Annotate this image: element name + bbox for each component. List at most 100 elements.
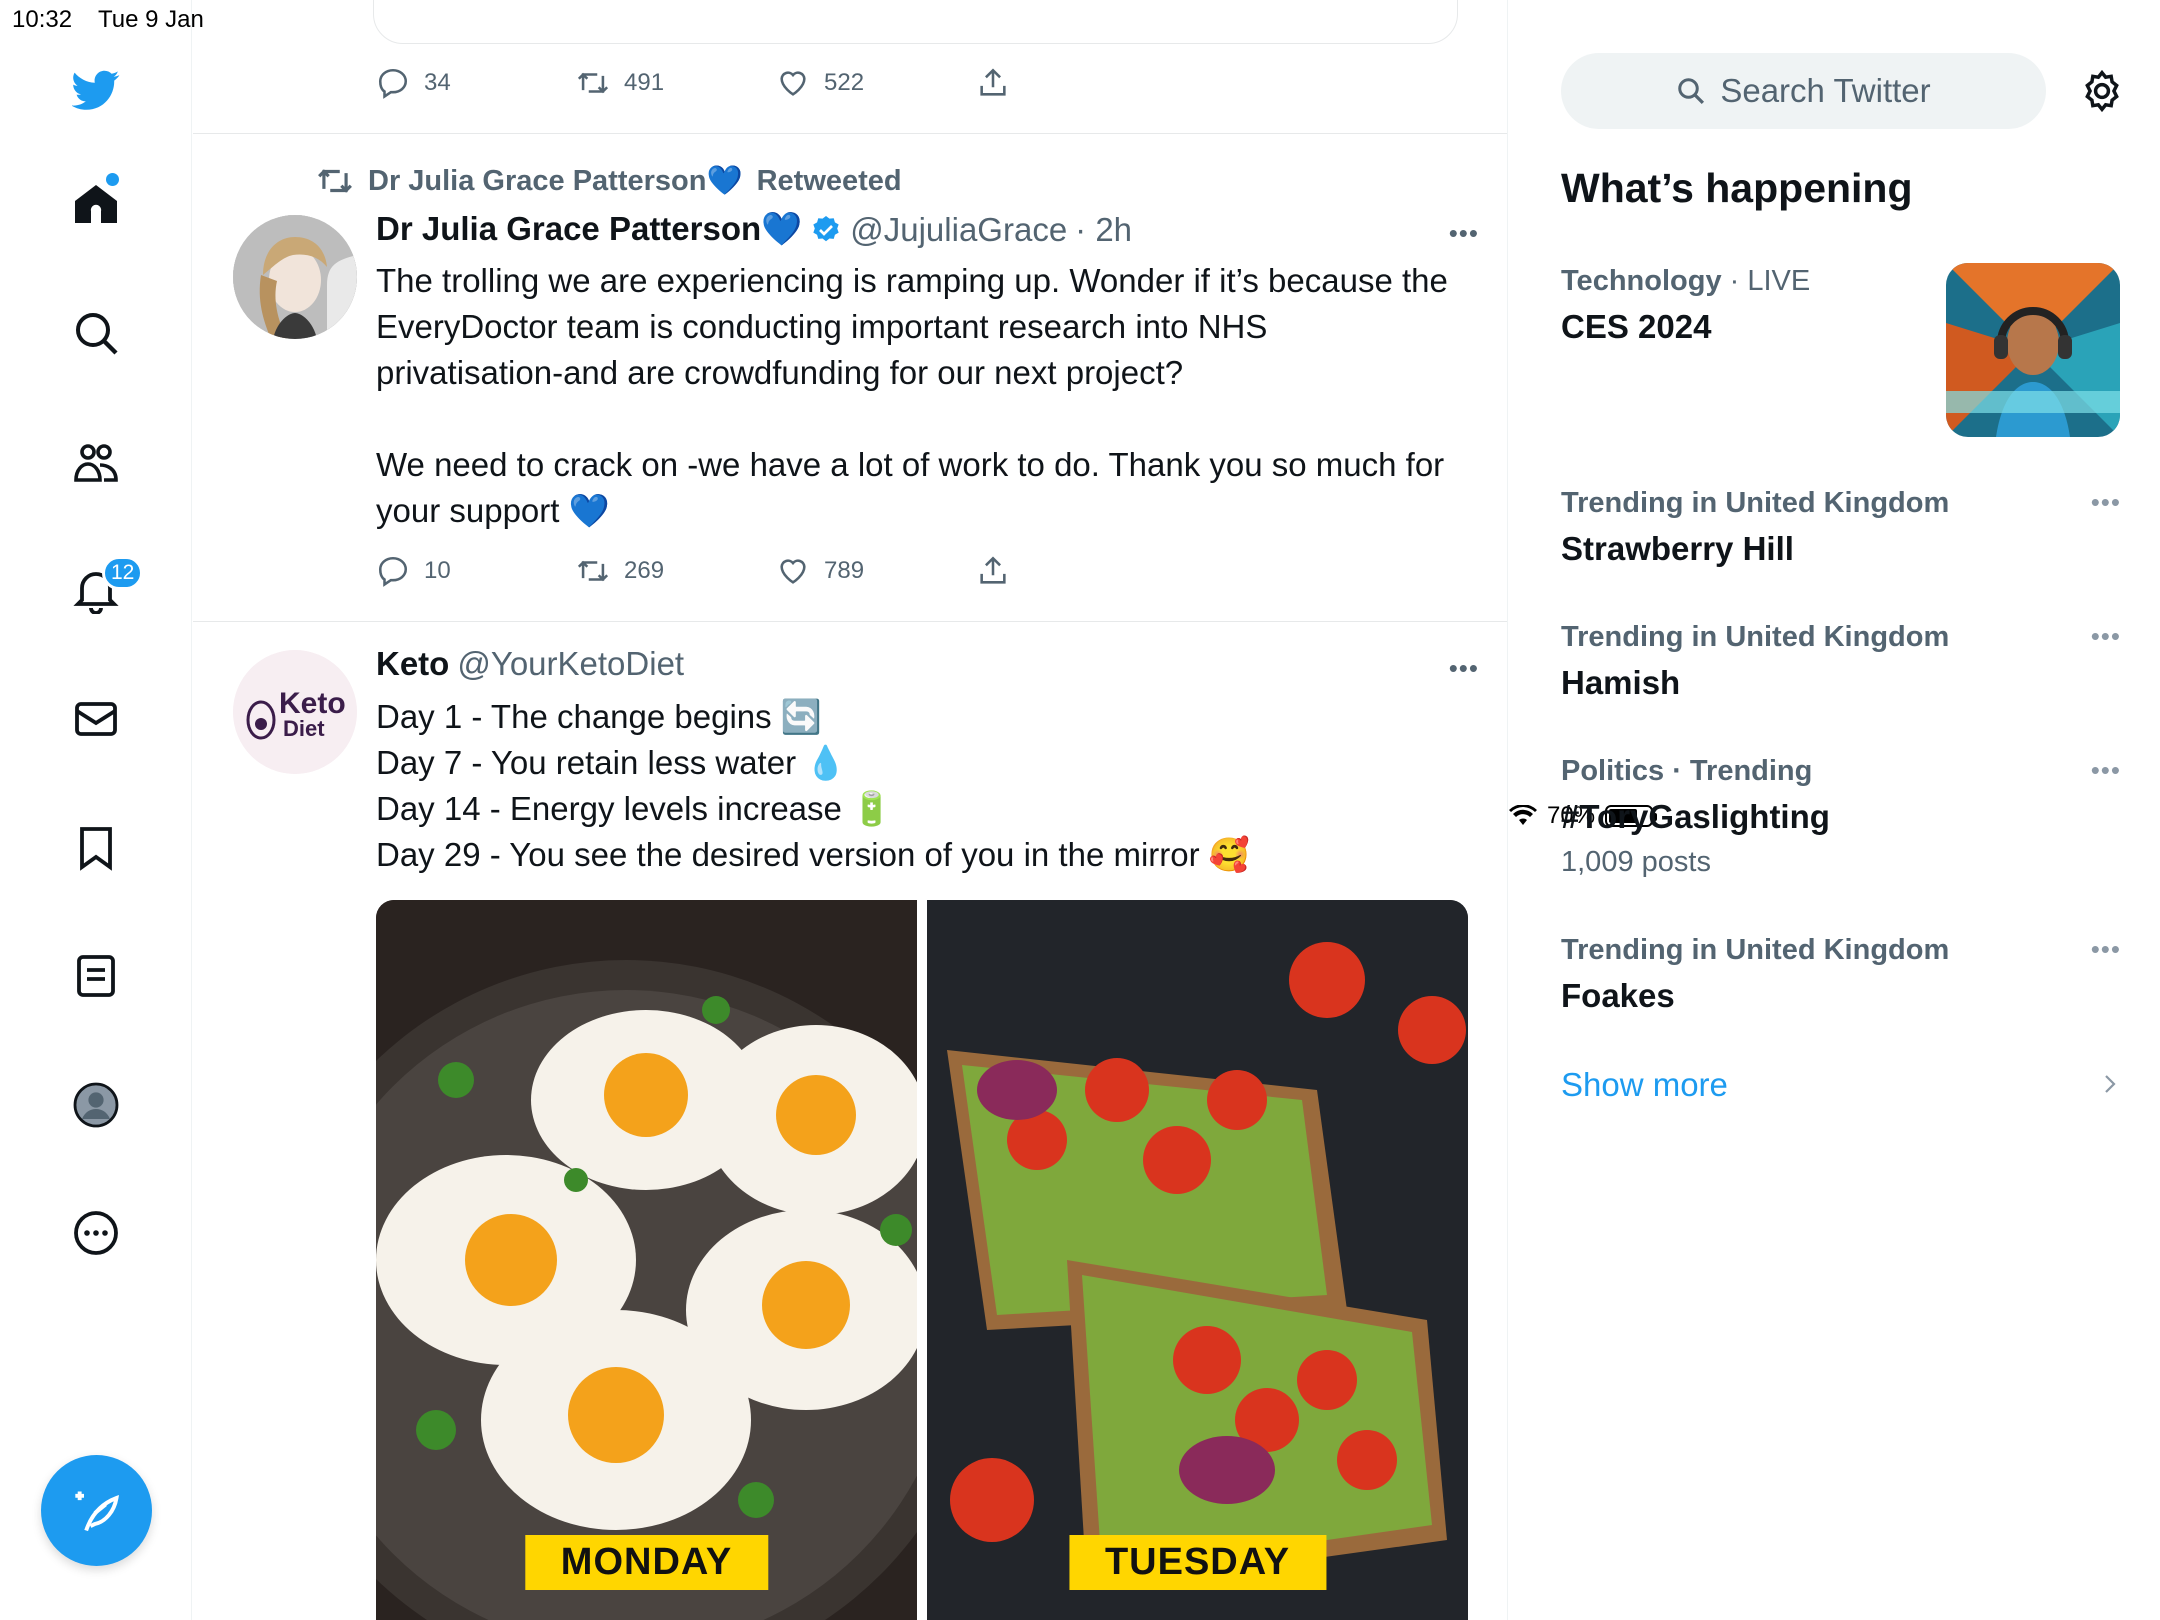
like-count: 789 [824, 557, 865, 584]
tweet-more-icon[interactable]: ••• [1449, 218, 1479, 249]
retweet-icon [318, 169, 352, 193]
trend-title: Hamish [1561, 664, 1681, 701]
avatar-photo [233, 215, 357, 339]
author-name[interactable]: Keto [376, 645, 449, 683]
toast-photo [927, 900, 1468, 1620]
tweet-line: Day 1 - The change begins 🔄 [376, 698, 822, 735]
profile-icon[interactable] [66, 1075, 126, 1135]
trend-more-icon[interactable]: ••• [2091, 934, 2121, 965]
trend-live: · LIVE [1729, 265, 1811, 297]
like-button[interactable]: 522 [776, 66, 976, 100]
retweet-count: 269 [624, 557, 665, 584]
like-count: 522 [824, 69, 865, 96]
communities-icon[interactable] [66, 432, 126, 492]
tweet-line: Day 7 - You retain less water 💧 [376, 744, 847, 781]
bookmark-icon[interactable] [66, 818, 126, 878]
heart-icon [780, 559, 806, 584]
tweet-paragraph: The trolling we are experiencing is ramp… [376, 262, 1448, 391]
trend-more-icon[interactable]: ••• [2091, 621, 2121, 652]
timeline-feed: ••• 34 491 522 Dr Julia Grace Patterson💙… [193, 0, 1508, 1620]
mail-icon[interactable] [66, 689, 126, 749]
avatar[interactable] [233, 215, 357, 339]
tweet-media: MONDAY TUESDAY [376, 900, 1468, 1620]
trend-context: Technology [1561, 265, 1722, 297]
prev-tweet-actions: 34 491 522 [376, 66, 1176, 100]
search-icon [1678, 78, 1705, 105]
verified-badge-icon [813, 215, 839, 241]
day-label: TUESDAY [1068, 1535, 1327, 1590]
media-more-icon[interactable]: ••• [1239, 0, 1269, 12]
divider [193, 621, 1507, 622]
share-icon [980, 556, 1006, 584]
search-input[interactable]: Search Twitter [1561, 53, 2046, 129]
trend-image[interactable] [1946, 263, 2120, 437]
trend-title: Foakes [1561, 977, 1675, 1014]
tweet-line: Day 14 - Energy levels increase 🔋 [376, 790, 893, 827]
trend-title: Strawberry Hill [1561, 530, 1794, 567]
search-icon[interactable] [66, 303, 126, 363]
reply-icon [378, 68, 408, 99]
trend-context: Politics · Trending [1561, 755, 1813, 787]
tweet-more-icon[interactable]: ••• [1449, 653, 1479, 684]
retweet-icon [577, 72, 609, 94]
trend-more-icon[interactable]: ••• [2091, 487, 2121, 518]
share-icon [980, 68, 1006, 96]
author-handle[interactable]: @JujuliaGrace [850, 211, 1067, 249]
right-sidebar: Search Twitter What’s happening Technolo… [1509, 0, 2160, 1620]
tweet-time: · 2h [1075, 210, 1133, 248]
heart-icon [780, 71, 806, 96]
tweet-header: Dr Julia Grace Patterson💙 @JujuliaGrace … [376, 210, 1132, 249]
share-button[interactable] [976, 554, 1176, 588]
trend-context: Trending in United Kingdom [1561, 621, 1950, 653]
reply-button[interactable]: 34 [376, 66, 576, 100]
author-name[interactable]: Dr Julia Grace Patterson💙 [376, 210, 802, 249]
reply-count: 10 [424, 557, 451, 584]
tweet-actions: 10 269 789 [376, 554, 1176, 588]
compose-icon [74, 1491, 119, 1531]
retweet-count: 491 [624, 69, 665, 96]
retweet-icon [577, 560, 609, 582]
compose-tweet-button[interactable] [41, 1455, 152, 1566]
more-icon[interactable] [66, 1203, 126, 1263]
section-title: What’s happening [1561, 165, 1913, 211]
trend-more-icon[interactable]: ••• [2091, 755, 2121, 786]
trend-post-count: 1,009 posts [1561, 846, 1711, 878]
show-more-link[interactable]: Show more [1561, 1066, 1728, 1104]
retweet-button[interactable]: 491 [576, 66, 776, 100]
gear-icon[interactable] [2080, 69, 2124, 113]
share-button[interactable] [976, 66, 1176, 100]
home-unread-dot [106, 173, 119, 186]
tweet-header: Keto @YourKetoDiet [376, 645, 684, 683]
tweet-paragraph: We need to crack on -we have a lot of wo… [376, 446, 1445, 529]
trend-item[interactable]: Politics · Trending #ToryGaslighting 1,0… [1561, 755, 2121, 879]
media-image-eggs[interactable]: MONDAY [376, 900, 917, 1620]
sidebar-nav: 12 [0, 0, 192, 1620]
avatar[interactable]: Keto Diet [233, 650, 357, 774]
reply-button[interactable]: 10 [376, 554, 576, 588]
author-handle[interactable]: @YourKetoDiet [457, 645, 684, 683]
retweeted-label: Retweeted [756, 164, 902, 197]
divider [193, 133, 1507, 134]
retweet-context[interactable]: Dr Julia Grace Patterson💙 Retweeted [316, 162, 902, 200]
tweet-text: Day 1 - The change begins 🔄 Day 7 - You … [376, 694, 1456, 878]
lists-icon[interactable] [66, 946, 126, 1006]
media-image-avocado-toast[interactable]: TUESDAY [927, 900, 1468, 1620]
trend-context: Trending in United Kingdom [1561, 934, 1950, 966]
reply-icon [378, 556, 408, 587]
search-placeholder: Search Twitter [1720, 72, 1931, 109]
like-button[interactable]: 789 [776, 554, 976, 588]
eggs-photo [376, 900, 917, 1620]
trend-item[interactable]: Trending in United Kingdom Foakes ••• [1561, 934, 2121, 1015]
retweeted-by-name: Dr Julia Grace Patterson💙 [368, 165, 743, 197]
day-label: MONDAY [524, 1535, 769, 1590]
tweet-line: Day 29 - You see the desired version of … [376, 836, 1250, 873]
chevron-right-icon[interactable] [2097, 1072, 2121, 1096]
trend-item[interactable]: Trending in United Kingdom Strawberry Hi… [1561, 487, 2121, 568]
retweet-button[interactable]: 269 [576, 554, 776, 588]
twitter-bird-icon[interactable] [66, 60, 126, 120]
tweet-text: The trolling we are experiencing is ramp… [376, 258, 1456, 534]
trend-item[interactable]: Trending in United Kingdom Hamish ••• [1561, 621, 2121, 702]
avatar-logo-text: Diet [283, 716, 325, 741]
notifications-badge: 12 [102, 556, 144, 590]
previous-tweet-media[interactable]: ••• [373, 0, 1458, 44]
